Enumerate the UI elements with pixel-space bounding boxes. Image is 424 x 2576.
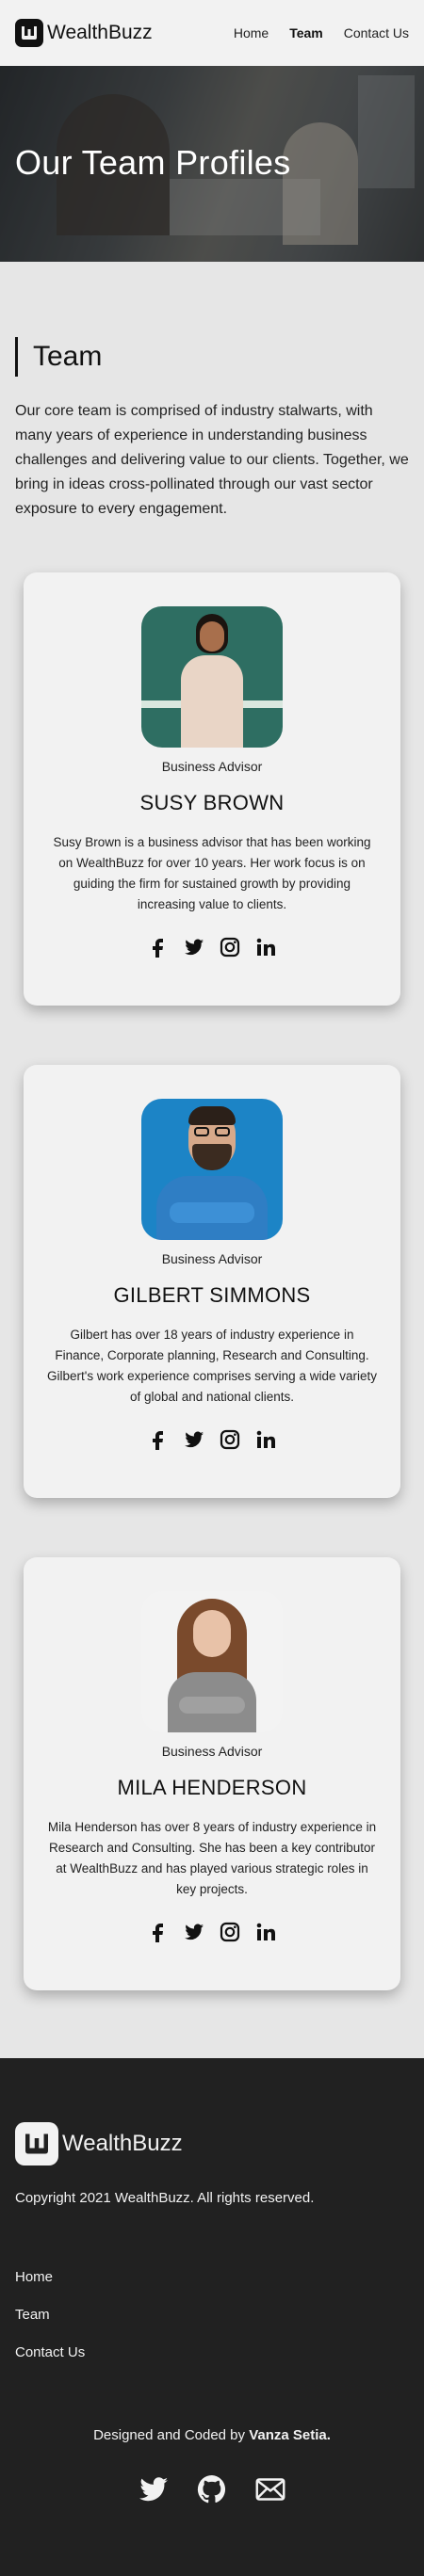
mail-icon[interactable]: [253, 2472, 287, 2511]
twitter-icon[interactable]: [183, 1428, 205, 1451]
member-bio: Susy Brown is a business advisor that ha…: [53, 835, 371, 911]
member-photo: [141, 1591, 283, 1732]
footer-links: Home Team Contact Us: [15, 2269, 85, 2382]
instagram-icon[interactable]: [219, 1428, 241, 1451]
member-role: Business Advisor: [161, 1744, 263, 1759]
linkedin-icon[interactable]: [254, 936, 277, 958]
twitter-icon[interactable]: [183, 936, 205, 958]
member-name: GILBERT SIMMONS: [113, 1283, 311, 1307]
nav-home-link[interactable]: Home: [234, 25, 269, 40]
footer-team-link[interactable]: Team: [15, 2307, 85, 2323]
github-icon[interactable]: [195, 2472, 229, 2511]
team-member-card: Business Advisor GILBERT SIMMONS Gilbert…: [24, 1065, 400, 1498]
brand-name: WealthBuzz: [47, 22, 153, 43]
member-bio: Gilbert has over 18 years of industry ex…: [47, 1328, 377, 1404]
twitter-icon[interactable]: [137, 2472, 171, 2511]
nav-links: Home Team Contact Us: [234, 25, 409, 40]
section-title: Team: [15, 337, 409, 377]
instagram-icon[interactable]: [219, 936, 241, 958]
member-social-links: [24, 1921, 400, 1943]
top-navbar: WealthBuzz Home Team Contact Us: [0, 0, 424, 66]
hero-banner: Our Team Profiles: [0, 66, 424, 262]
facebook-icon[interactable]: [147, 1921, 170, 1943]
site-footer: WealthBuzz Copyright 2021 WealthBuzz. Al…: [0, 2058, 424, 2576]
member-bio: Mila Henderson has over 8 years of indus…: [47, 1820, 377, 1896]
member-photo: [141, 606, 283, 748]
team-member-card: Business Advisor SUSY BROWN Susy Brown i…: [24, 572, 400, 1006]
footer-contact-link[interactable]: Contact Us: [15, 2344, 85, 2360]
footer-home-link[interactable]: Home: [15, 2269, 85, 2285]
member-name: MILA HENDERSON: [117, 1776, 307, 1799]
brand-logo[interactable]: WealthBuzz: [15, 19, 153, 47]
credit-author-link[interactable]: Vanza Setia.: [249, 2427, 331, 2443]
facebook-icon[interactable]: [147, 936, 170, 958]
team-intro-section: Team Our core team is comprised of indus…: [15, 337, 409, 522]
logo-mark-icon: [15, 2122, 58, 2165]
nav-team-link[interactable]: Team: [289, 25, 323, 40]
member-role: Business Advisor: [161, 759, 263, 774]
linkedin-icon[interactable]: [254, 1921, 277, 1943]
linkedin-icon[interactable]: [254, 1428, 277, 1451]
twitter-icon[interactable]: [183, 1921, 205, 1943]
footer-social-links: [0, 2472, 424, 2511]
footer-brand-name: WealthBuzz: [62, 2131, 183, 2156]
footer-brand-logo[interactable]: WealthBuzz: [15, 2122, 183, 2165]
facebook-icon[interactable]: [147, 1428, 170, 1451]
member-role: Business Advisor: [161, 1251, 263, 1266]
member-social-links: [24, 936, 400, 958]
instagram-icon[interactable]: [219, 1921, 241, 1943]
copyright-text: Copyright 2021 WealthBuzz. All rights re…: [15, 2190, 315, 2206]
member-photo: [141, 1099, 283, 1240]
team-member-card: Business Advisor MILA HENDERSON Mila Hen…: [24, 1557, 400, 1990]
section-intro-text: Our core team is comprised of industry s…: [15, 403, 409, 517]
member-name: SUSY BROWN: [139, 791, 285, 814]
logo-mark-icon: [15, 19, 43, 47]
nav-contact-link[interactable]: Contact Us: [344, 25, 409, 40]
credit-line: Designed and Coded by Vanza Setia.: [0, 2427, 424, 2443]
member-social-links: [24, 1428, 400, 1451]
hero-title: Our Team Profiles: [15, 143, 291, 182]
credit-prefix: Designed and Coded by: [93, 2427, 246, 2443]
